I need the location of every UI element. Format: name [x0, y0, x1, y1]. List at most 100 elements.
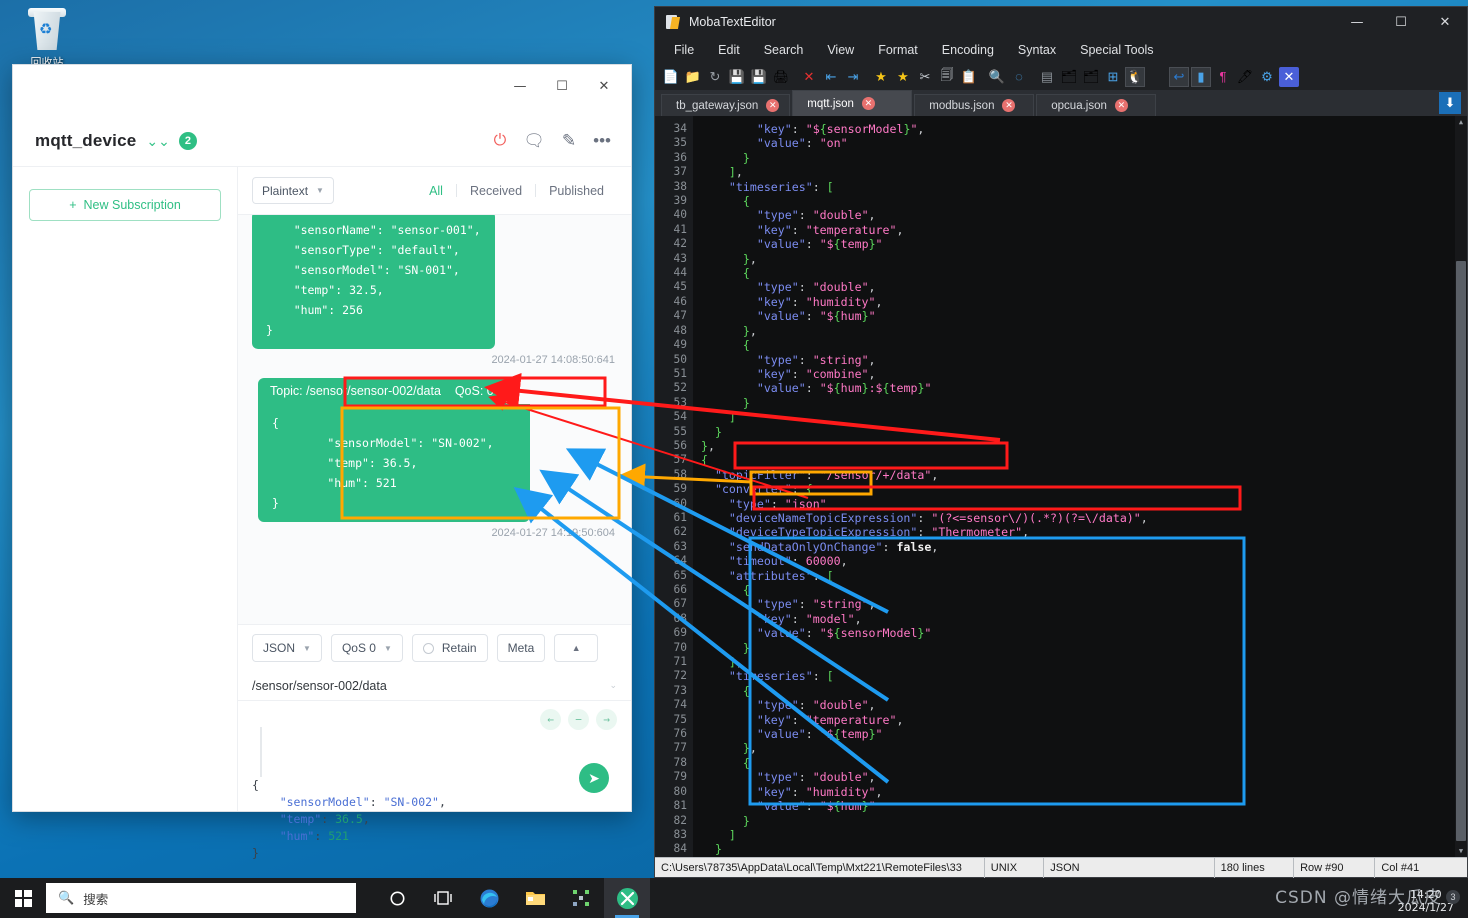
edge-icon[interactable]: [466, 878, 512, 918]
code-text[interactable]: "key": "${sensorModel}", "value": "on" }…: [693, 116, 1467, 857]
desktop-icon-recycle-bin[interactable]: ♻ 回收站: [10, 6, 84, 70]
tab-tb_gateway-json[interactable]: tb_gateway.json ✕: [661, 94, 791, 116]
menu-view[interactable]: View: [816, 40, 865, 60]
publish-format-select[interactable]: JSON ▼: [252, 634, 322, 662]
paste-icon[interactable]: 📋: [959, 67, 979, 87]
publish-topic-input[interactable]: /sensor/sensor-002/data ⌄: [238, 671, 631, 701]
start-button[interactable]: [0, 878, 46, 918]
tab-mqtt-json[interactable]: mqtt.json ✕: [792, 90, 913, 116]
tab-close-icon[interactable]: ✕: [1002, 99, 1016, 112]
new-subscription-label: New Subscription: [83, 198, 181, 212]
new-subscription-button[interactable]: + New Subscription: [29, 189, 221, 221]
reload-icon[interactable]: ↻: [705, 67, 725, 87]
plus-icon: +: [69, 198, 77, 212]
menu-syntax[interactable]: Syntax: [1007, 40, 1067, 60]
filter-received[interactable]: Received: [457, 184, 535, 198]
fold-collapse-button[interactable]: −: [568, 709, 589, 730]
open-folder-icon[interactable]: 📁: [683, 67, 703, 87]
message-timestamp: 2024-01-27 14:08:50:641: [491, 354, 615, 366]
document-icon[interactable]: ▤: [1037, 67, 1057, 87]
mac-format-icon[interactable]: [1147, 67, 1167, 87]
indent-icon[interactable]: ⇥: [843, 67, 863, 87]
columns-icon[interactable]: ▮: [1191, 66, 1211, 87]
download-icon[interactable]: ⬇: [1439, 92, 1461, 114]
app-icon: [665, 14, 681, 30]
cut-icon[interactable]: ✂: [915, 67, 935, 87]
chevron-down-icon[interactable]: ⌄: [609, 680, 617, 691]
composer-wrapper: JSON ▼ QoS 0 ▼ Retain Meta ▲ /sensor/sen…: [238, 624, 631, 860]
linux-format-icon[interactable]: 🐧: [1125, 66, 1145, 87]
close-x-icon[interactable]: ✕: [1279, 66, 1299, 87]
collapse-composer-button[interactable]: ▲: [554, 634, 599, 662]
publish-payload-editor[interactable]: ← − → { "sensorModel": "SN-002", "temp":…: [238, 701, 631, 860]
print-icon[interactable]: 🖨: [771, 67, 791, 87]
scroll-up-icon[interactable]: ▲: [1455, 116, 1467, 128]
mqttx-icon[interactable]: [604, 878, 650, 918]
status-syntax: JSON: [1044, 857, 1215, 878]
edit-icon[interactable]: ✎: [562, 132, 576, 149]
moba-titlebar[interactable]: MobaTextEditor — ☐ ✕: [655, 7, 1467, 37]
retain-toggle[interactable]: Retain: [411, 634, 488, 662]
find-replace-icon[interactable]: ◌: [1009, 67, 1029, 87]
windows-format-icon[interactable]: ⊞: [1103, 67, 1123, 87]
task-view-icon[interactable]: [420, 878, 466, 918]
search-icon[interactable]: 🔍: [987, 67, 1007, 87]
outdent-icon[interactable]: ⇤: [821, 67, 841, 87]
status-file-path: C:\Users\78735\AppData\Local\Temp\Mxt221…: [655, 857, 985, 878]
mqttx-titlebar[interactable]: — ☐ ✕: [13, 65, 631, 115]
menu-special-tools[interactable]: Special Tools: [1069, 40, 1164, 60]
moba-maximize-button[interactable]: ☐: [1379, 7, 1423, 37]
power-icon[interactable]: ⏻: [494, 132, 507, 149]
send-icon[interactable]: ➤: [579, 763, 609, 793]
file-explorer-icon[interactable]: [512, 878, 558, 918]
menu-encoding[interactable]: Encoding: [931, 40, 1005, 60]
import-icon[interactable]: 🗂: [1081, 67, 1101, 87]
meta-button[interactable]: Meta: [496, 634, 546, 662]
menu-search[interactable]: Search: [753, 40, 815, 60]
copy-icon[interactable]: 🗐: [937, 67, 957, 87]
moba-toolbar: 📄 📁 ↻ 💾 💾 🖨 ✕ ⇤ ⇥ ★ ★ ✂ 🗐 📋 🔍 ◌ ▤ 🗂 🗂 ⊞ 🐧 ↩ ▮ ¶ 🖊 ⚙ ✕: [655, 63, 1467, 90]
fold-forward-button[interactable]: →: [596, 709, 617, 730]
undo-icon[interactable]: ↩: [1169, 66, 1189, 87]
filter-all[interactable]: All: [416, 184, 456, 198]
close-doc-icon[interactable]: ✕: [799, 67, 819, 87]
chevron-double-down-icon[interactable]: ⌄⌄: [146, 134, 169, 148]
menu-file[interactable]: File: [663, 40, 705, 60]
payload-format-select[interactable]: Plaintext ▼: [252, 177, 334, 204]
taskbar-search-input[interactable]: 🔍 搜索: [46, 883, 356, 913]
scrollbar-thumb[interactable]: [1456, 261, 1466, 841]
bookmark-icon[interactable]: ★: [871, 67, 891, 87]
bookmark-next-icon[interactable]: ★: [893, 67, 913, 87]
moba-tab-bar: tb_gateway.json ✕ mqtt.json ✕ modbus.json ✕ op…: [655, 90, 1467, 116]
app-icon[interactable]: [558, 878, 604, 918]
moba-close-button[interactable]: ✕: [1423, 7, 1467, 37]
highlighter-icon[interactable]: 🖊: [1235, 67, 1255, 87]
filter-published[interactable]: Published: [536, 184, 617, 198]
menu-edit[interactable]: Edit: [707, 40, 751, 60]
fold-back-button[interactable]: ←: [540, 709, 561, 730]
menu-format[interactable]: Format: [867, 40, 929, 60]
moba-minimize-button[interactable]: —: [1335, 7, 1379, 37]
scroll-down-icon[interactable]: ▼: [1455, 845, 1467, 857]
export-icon[interactable]: 🗂: [1059, 67, 1079, 87]
tab-close-icon[interactable]: ✕: [766, 99, 780, 112]
more-icon[interactable]: •••: [593, 132, 611, 149]
save-as-icon[interactable]: 💾: [749, 67, 769, 87]
message-icon[interactable]: 🗨: [523, 132, 545, 149]
save-icon[interactable]: 💾: [727, 67, 747, 87]
editor-scrollbar[interactable]: ▲ ▼: [1455, 116, 1467, 857]
tab-opcua-json[interactable]: opcua.json ✕: [1036, 94, 1157, 116]
cortana-icon[interactable]: [374, 878, 420, 918]
tab-close-icon[interactable]: ✕: [1114, 99, 1128, 112]
mqttx-maximize-button[interactable]: ☐: [541, 73, 583, 99]
tab-close-icon[interactable]: ✕: [861, 97, 875, 110]
new-file-icon[interactable]: 📄: [661, 67, 681, 87]
tab-modbus-json[interactable]: modbus.json ✕: [914, 94, 1035, 116]
mqttx-minimize-button[interactable]: —: [499, 73, 541, 99]
code-editor[interactable]: 34 35 36 37 38 39 40 41 42 43 44 45 46 4…: [655, 116, 1467, 857]
settings-icon[interactable]: ⚙: [1257, 67, 1277, 87]
mqttx-close-button[interactable]: ✕: [583, 73, 625, 99]
messages-list[interactable]: "sensorName": "sensor-001", "sensorType"…: [238, 215, 631, 624]
pilcrow-icon[interactable]: ¶: [1213, 67, 1233, 87]
qos-select[interactable]: QoS 0 ▼: [330, 634, 403, 662]
